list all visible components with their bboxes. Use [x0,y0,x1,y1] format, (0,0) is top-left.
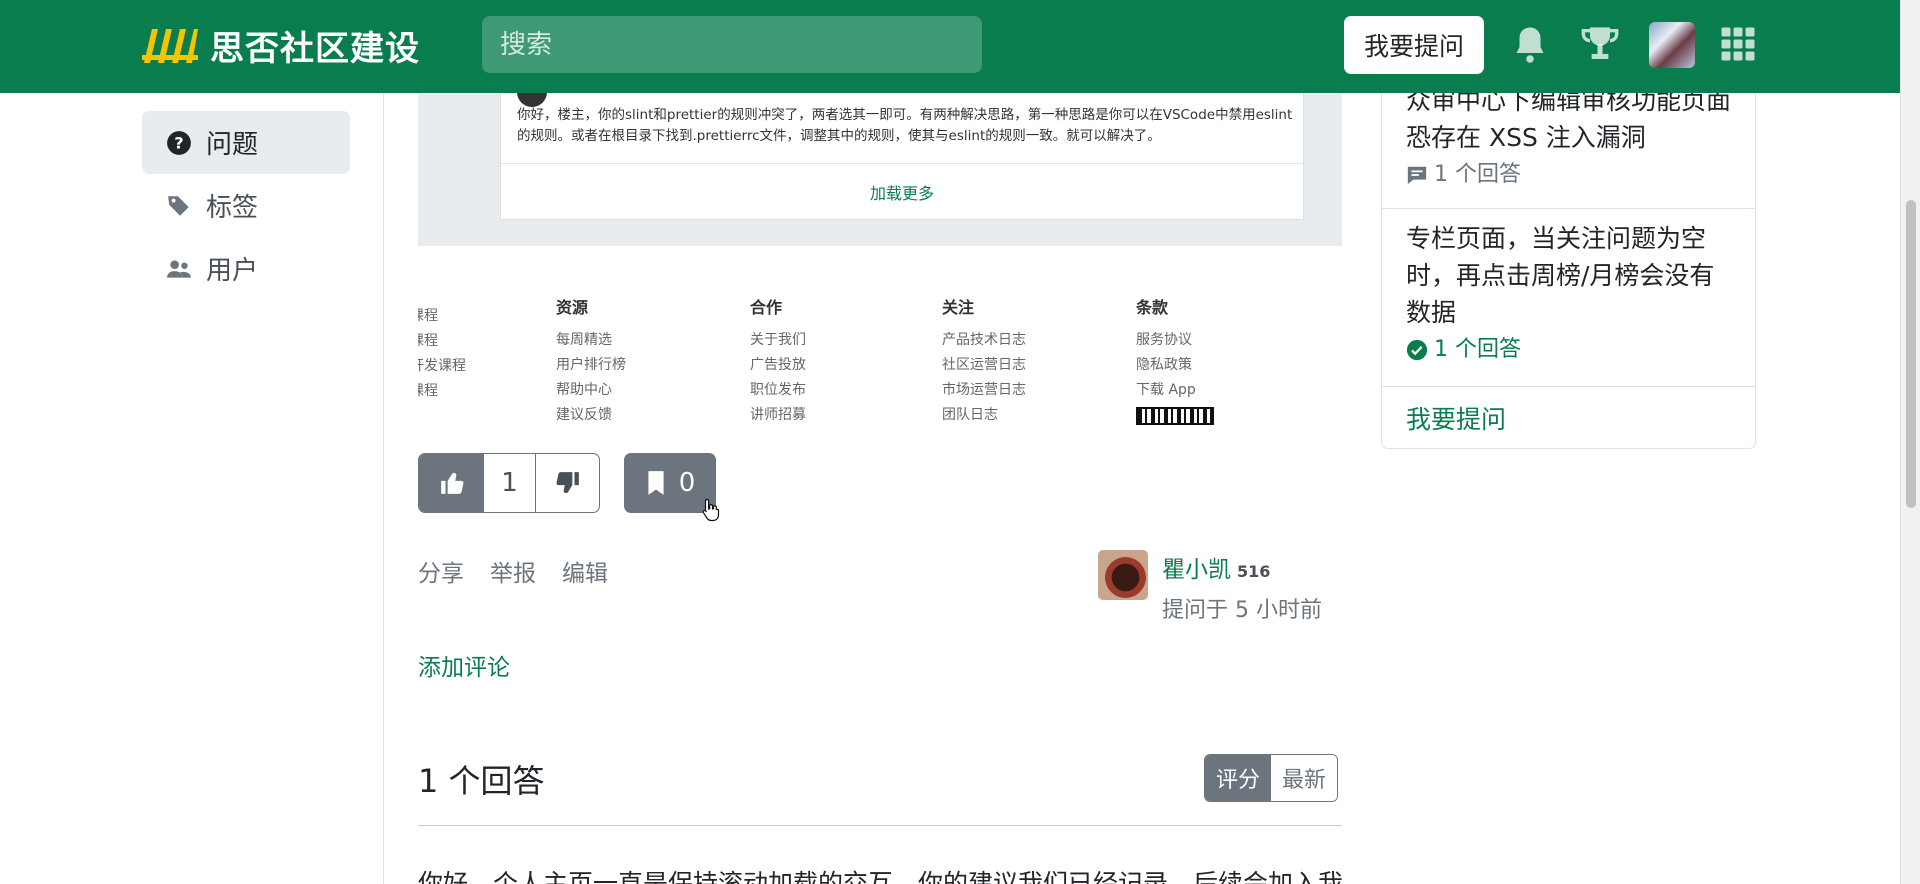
bell-icon[interactable] [1508,22,1552,66]
related-question-item[interactable]: 众审中心下编辑审核功能页面恐存在 XSS 注入漏洞 1 个回答 [1406,82,1736,190]
sidebar-item-label: 标签 [206,193,259,223]
bookmark-count: 0 [678,468,696,498]
related-questions-card: 众审中心下编辑审核功能页面恐存在 XSS 注入漏洞 1 个回答 专栏页面，当关注… [1381,60,1756,449]
embedded-load-more: 加载更多 [501,163,1303,219]
asker-name-link[interactable]: 瞿小凯 [1162,557,1231,583]
sidebar-item-label: 用户 [206,256,259,286]
footer-col-follow: 关注 产品技术日志 社区运营日志 市场运营日志 团队日志 [942,298,1026,423]
related-question-title: 专栏页面，当关注问题为空时，再点击周榜/月榜会没有数据 [1406,224,1715,327]
footer-col-courses: 课程 课程 开发课程 课程 [418,308,466,399]
add-comment-link[interactable]: 添加评论 [418,648,510,682]
left-sidebar: ? 问题 标签 用户 [142,111,350,300]
report-link[interactable]: 举报 [490,554,536,588]
share-link[interactable]: 分享 [418,554,464,588]
chat-icon [1407,166,1427,185]
check-circle-icon [1406,339,1428,361]
search-input[interactable] [482,16,982,73]
asker-avatar[interactable] [1098,550,1148,600]
related-divider [1382,208,1755,209]
apps-grid-icon[interactable] [1716,22,1760,66]
site-title: 思否社区建设 [210,28,420,69]
embedded-footer: 课程 课程 开发课程 课程 资源 每周精选 用户排行榜 帮助中心 建议反馈 合作… [418,246,1342,426]
trophy-icon[interactable] [1578,22,1622,66]
thumbs-down-icon [556,472,579,494]
edit-link[interactable]: 编辑 [562,554,608,588]
vote-group: 1 [418,453,600,513]
embedded-comment-text: 你好，楼主，你的slint和prettier的规则冲突了，两者选其一即可。有两种… [517,107,1293,144]
tags-icon [168,195,189,216]
question-actions: 分享 举报 编辑 [418,554,634,588]
downvote-button[interactable] [536,454,599,512]
people-icon [167,259,191,278]
thumbs-up-icon [440,472,463,494]
hand-cursor-icon [702,498,720,522]
vote-count: 1 [484,454,536,512]
svg-text:?: ? [174,133,183,152]
answers-count-title: 1 个回答 [418,762,545,800]
sidebar-item-questions[interactable]: ? 问题 [142,111,350,174]
related-answer-count: 1 个回答 [1406,160,1736,190]
related-answer-count: 1 个回答 [1406,335,1736,365]
asker-info: 瞿小凯 516 提问于 5 小时前 [1098,550,1322,624]
answers-divider [418,825,1342,826]
user-avatar[interactable] [1649,22,1695,68]
top-navbar: 思否社区建设 我要提问 [0,0,1900,93]
footer-col-cooperation: 合作 关于我们 广告投放 职位发布 讲师招募 [750,298,806,423]
footer-col-resources: 资源 每周精选 用户排行榜 帮助中心 建议反馈 [556,298,626,423]
bookmark-icon [648,471,664,495]
logo-mark-icon [142,29,198,63]
asked-time: 提问于 5 小时前 [1162,598,1322,623]
answer-body: 你好，个人主页一直是保持滚动加载的交互，你的建议我们已经记录，后续会加入我 [418,869,1342,884]
question-circle-icon: ? [167,130,191,155]
related-question-item[interactable]: 专栏页面，当关注问题为空时，再点击周榜/月榜会没有数据 1 个回答 [1406,220,1736,365]
asker-reputation: 516 [1237,562,1271,581]
footer-col-terms: 条款 服务协议 隐私政策 下载 App [1136,294,1214,425]
answer-sort-toggle: 评分 最新 [1204,754,1339,802]
related-ask-question-link[interactable]: 我要提问 [1406,400,1506,436]
question-screenshot-image: 你好，楼主，你的slint和prettier的规则冲突了，两者选其一即可。有两种… [418,93,1342,246]
scrollbar-thumb[interactable] [1906,200,1916,508]
sidebar-item-label: 问题 [206,130,259,160]
related-question-title: 众审中心下编辑审核功能页面恐存在 XSS 注入漏洞 [1406,86,1732,152]
sort-by-newest-button[interactable]: 最新 [1271,755,1338,801]
ask-question-button[interactable]: 我要提问 [1344,16,1484,74]
upvote-button[interactable] [419,454,484,512]
sidebar-item-users[interactable]: 用户 [142,237,350,300]
embedded-comment-card: 你好，楼主，你的slint和prettier的规则冲突了，两者选其一即可。有两种… [500,93,1304,220]
sidebar-divider [383,93,384,884]
page-scrollbar[interactable] [1900,0,1920,884]
sort-by-score-button[interactable]: 评分 [1205,755,1272,801]
qr-code-image [1136,407,1214,425]
related-divider [1382,386,1755,387]
site-logo[interactable]: 思否社区建设 [142,25,420,69]
sidebar-item-tags[interactable]: 标签 [142,174,350,237]
